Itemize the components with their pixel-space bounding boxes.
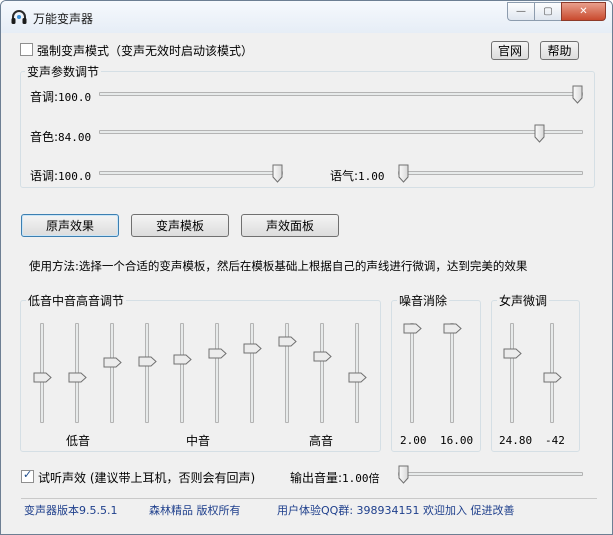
eq-slider-thumb-5[interactable]: [173, 354, 192, 365]
eq-slider-track-5[interactable]: [180, 323, 184, 423]
noise-group-label: 噪音消除: [397, 292, 450, 309]
eq-low-label: 低音: [66, 434, 91, 448]
female-value-2: -42: [545, 434, 565, 447]
eq-slider-thumb-9[interactable]: [313, 351, 332, 362]
eq-slider-track-9[interactable]: [320, 323, 324, 423]
maximize-button[interactable]: ▢: [534, 2, 561, 21]
eq-slider-track-3[interactable]: [110, 323, 114, 423]
pitch-label: 音调:100.0: [30, 90, 92, 104]
copyright-text: 森林精品 版权所有: [149, 504, 241, 517]
eq-slider-track-7[interactable]: [250, 323, 254, 423]
female-slider-track-1[interactable]: [510, 323, 514, 423]
version-text: 变声器版本9.5.5.1: [24, 504, 118, 517]
client-area: 强制变声模式（变声无效时启动该模式） 官网 帮助 变声参数调节 音调:100.0…: [7, 33, 606, 529]
volume-label: 输出音量:1.00倍: [290, 471, 380, 485]
volume-slider-track[interactable]: [398, 472, 583, 476]
eq-slider-track-4[interactable]: [145, 323, 149, 423]
volume-slider-thumb[interactable]: [398, 465, 409, 484]
qq-group-text: 用户体验QQ群: 398934151 欢迎加入 促进改善: [277, 504, 515, 517]
maximize-icon: ▢: [543, 6, 553, 17]
noise-value-2: 16.00: [440, 434, 474, 447]
female-tune-group: [491, 300, 580, 452]
eq-slider-thumb-8[interactable]: [278, 336, 297, 347]
eq-slider-thumb-2[interactable]: [68, 372, 87, 383]
status-bar: 变声器版本9.5.5.1 森林精品 版权所有 用户体验QQ群: 39893415…: [21, 498, 597, 518]
original-sound-button[interactable]: 原声效果: [21, 214, 119, 237]
pitch-slider-thumb[interactable]: [572, 85, 583, 104]
speed-slider-track[interactable]: [99, 171, 283, 175]
params-group-label: 变声参数调节: [25, 63, 102, 80]
eq-group-label: 低音中音高音调节: [26, 292, 127, 309]
eq-high-label: 高音: [309, 434, 334, 448]
speed-slider-thumb[interactable]: [272, 164, 283, 183]
website-button[interactable]: 官网: [491, 41, 529, 60]
female-slider-thumb-2[interactable]: [543, 372, 562, 383]
force-mode-checkbox[interactable]: [20, 43, 33, 56]
usage-instructions: 使用方法:选择一个合适的变声模板，然后在模板基础上根据自己的声线进行微调，达到完…: [29, 259, 528, 273]
app-window: 万能变声器 — ▢ ✕ 强制变声模式（变声无效时启动该模式） 官网 帮助 变声参…: [0, 0, 613, 535]
close-icon: ✕: [579, 6, 588, 17]
speed-label: 语调:100.0: [30, 169, 92, 183]
help-button[interactable]: 帮助: [540, 41, 579, 60]
voice-templates-button[interactable]: 变声模板: [131, 214, 229, 237]
eq-slider-thumb-1[interactable]: [33, 372, 52, 383]
breath-slider-thumb[interactable]: [398, 164, 409, 183]
eq-mid-label: 中音: [186, 434, 211, 448]
female-value-1: 24.80: [499, 434, 533, 447]
force-mode-label[interactable]: 强制变声模式（变声无效时启动该模式）: [37, 42, 253, 59]
noise-slider-thumb-1[interactable]: [403, 323, 422, 334]
eq-slider-thumb-6[interactable]: [208, 348, 227, 359]
noise-slider-track-1[interactable]: [410, 323, 414, 423]
pitch-slider-track[interactable]: [99, 92, 583, 96]
noise-value-1: 2.00: [400, 434, 427, 447]
monitor-label[interactable]: 试听声效 (建议带上耳机，否则会有回声): [38, 469, 255, 486]
timbre-label: 音色:84.00: [30, 130, 92, 144]
minimize-icon: —: [516, 6, 526, 17]
female-tune-group-label: 女声微调: [497, 292, 550, 309]
window-title: 万能变声器: [33, 12, 94, 26]
close-button[interactable]: ✕: [561, 2, 606, 21]
noise-slider-thumb-2[interactable]: [443, 323, 462, 334]
breath-label: 语气:1.00: [330, 169, 385, 183]
eq-slider-thumb-3[interactable]: [103, 357, 122, 368]
eq-slider-thumb-7[interactable]: [243, 343, 262, 354]
eq-slider-track-6[interactable]: [215, 323, 219, 423]
timbre-slider-track[interactable]: [99, 130, 583, 134]
noise-slider-track-2[interactable]: [450, 323, 454, 423]
effects-panel-button[interactable]: 声效面板: [241, 214, 339, 237]
timbre-slider-thumb[interactable]: [534, 124, 545, 143]
monitor-checkbox[interactable]: [21, 468, 34, 483]
title-bar[interactable]: 万能变声器 — ▢ ✕: [1, 1, 612, 33]
minimize-button[interactable]: —: [507, 2, 534, 21]
headphones-icon: [11, 10, 27, 24]
breath-slider-track[interactable]: [398, 171, 583, 175]
eq-slider-thumb-10[interactable]: [348, 372, 367, 383]
eq-slider-thumb-4[interactable]: [138, 356, 157, 367]
female-slider-thumb-1[interactable]: [503, 348, 522, 359]
